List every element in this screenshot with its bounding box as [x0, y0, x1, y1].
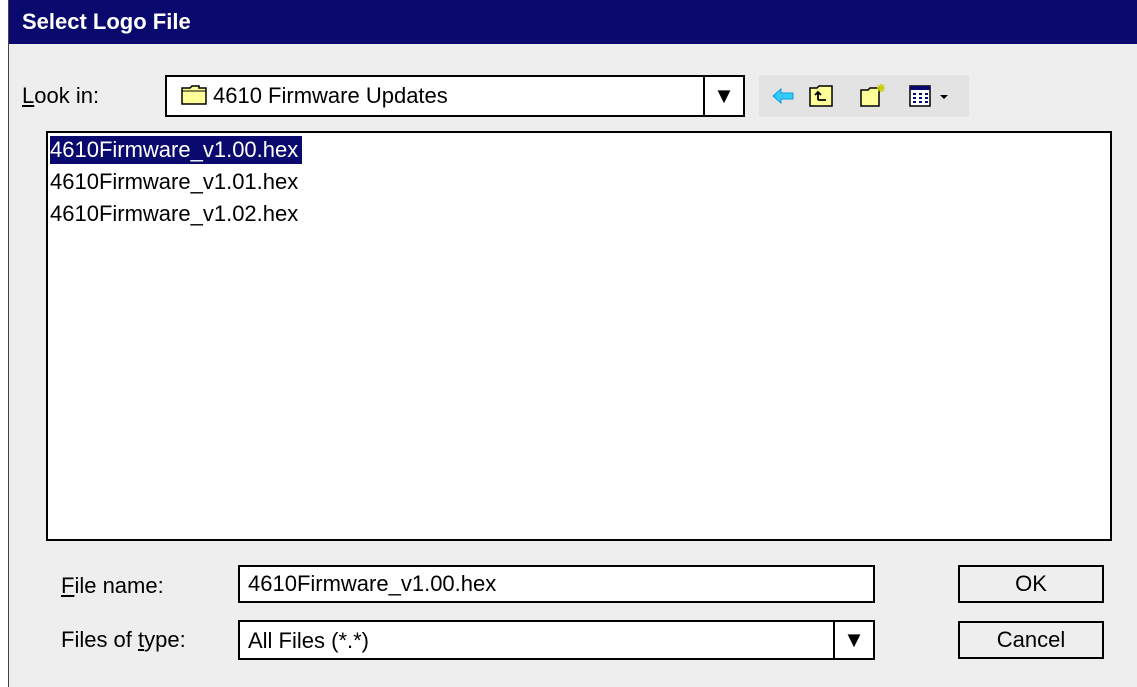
- up-folder-icon[interactable]: [807, 82, 835, 110]
- file-type-dropdown-arrow[interactable]: ▼: [833, 622, 873, 658]
- look-in-value: 4610 Firmware Updates: [213, 83, 448, 108]
- view-menu-icon[interactable]: [907, 82, 935, 110]
- look-in-dropdown[interactable]: 4610 Firmware Updates ▼: [165, 75, 745, 117]
- cancel-button[interactable]: Cancel: [958, 621, 1104, 659]
- toolbar: [759, 75, 969, 117]
- folder-icon: [181, 85, 207, 105]
- dialog-title: Select Logo File: [9, 0, 1137, 44]
- file-name-input[interactable]: 4610Firmware_v1.00.hex: [238, 565, 875, 603]
- look-in-dropdown-arrow[interactable]: ▼: [703, 77, 743, 115]
- view-menu-dropdown-icon[interactable]: [937, 82, 951, 110]
- ok-button[interactable]: OK: [958, 565, 1104, 603]
- file-type-label: Files of type:: [61, 627, 186, 652]
- file-type-value: All Files (*.*): [248, 628, 370, 653]
- file-list-item[interactable]: 4610Firmware_v1.01.hex: [50, 168, 302, 196]
- file-type-dropdown[interactable]: All Files (*.*) ▼: [238, 620, 875, 660]
- look-in-label: Look in:: [22, 83, 100, 108]
- select-logo-file-dialog: Select Logo File Look in: 4610 Firmware …: [8, 0, 1137, 687]
- file-list-item[interactable]: 4610Firmware_v1.02.hex: [50, 200, 302, 228]
- file-name-label: File name:: [61, 573, 164, 598]
- back-arrow-icon[interactable]: [769, 82, 797, 110]
- new-folder-icon[interactable]: [859, 82, 887, 110]
- file-list-item[interactable]: 4610Firmware_v1.00.hex: [50, 136, 303, 164]
- file-list[interactable]: 4610Firmware_v1.00.hex 4610Firmware_v1.0…: [46, 131, 1112, 541]
